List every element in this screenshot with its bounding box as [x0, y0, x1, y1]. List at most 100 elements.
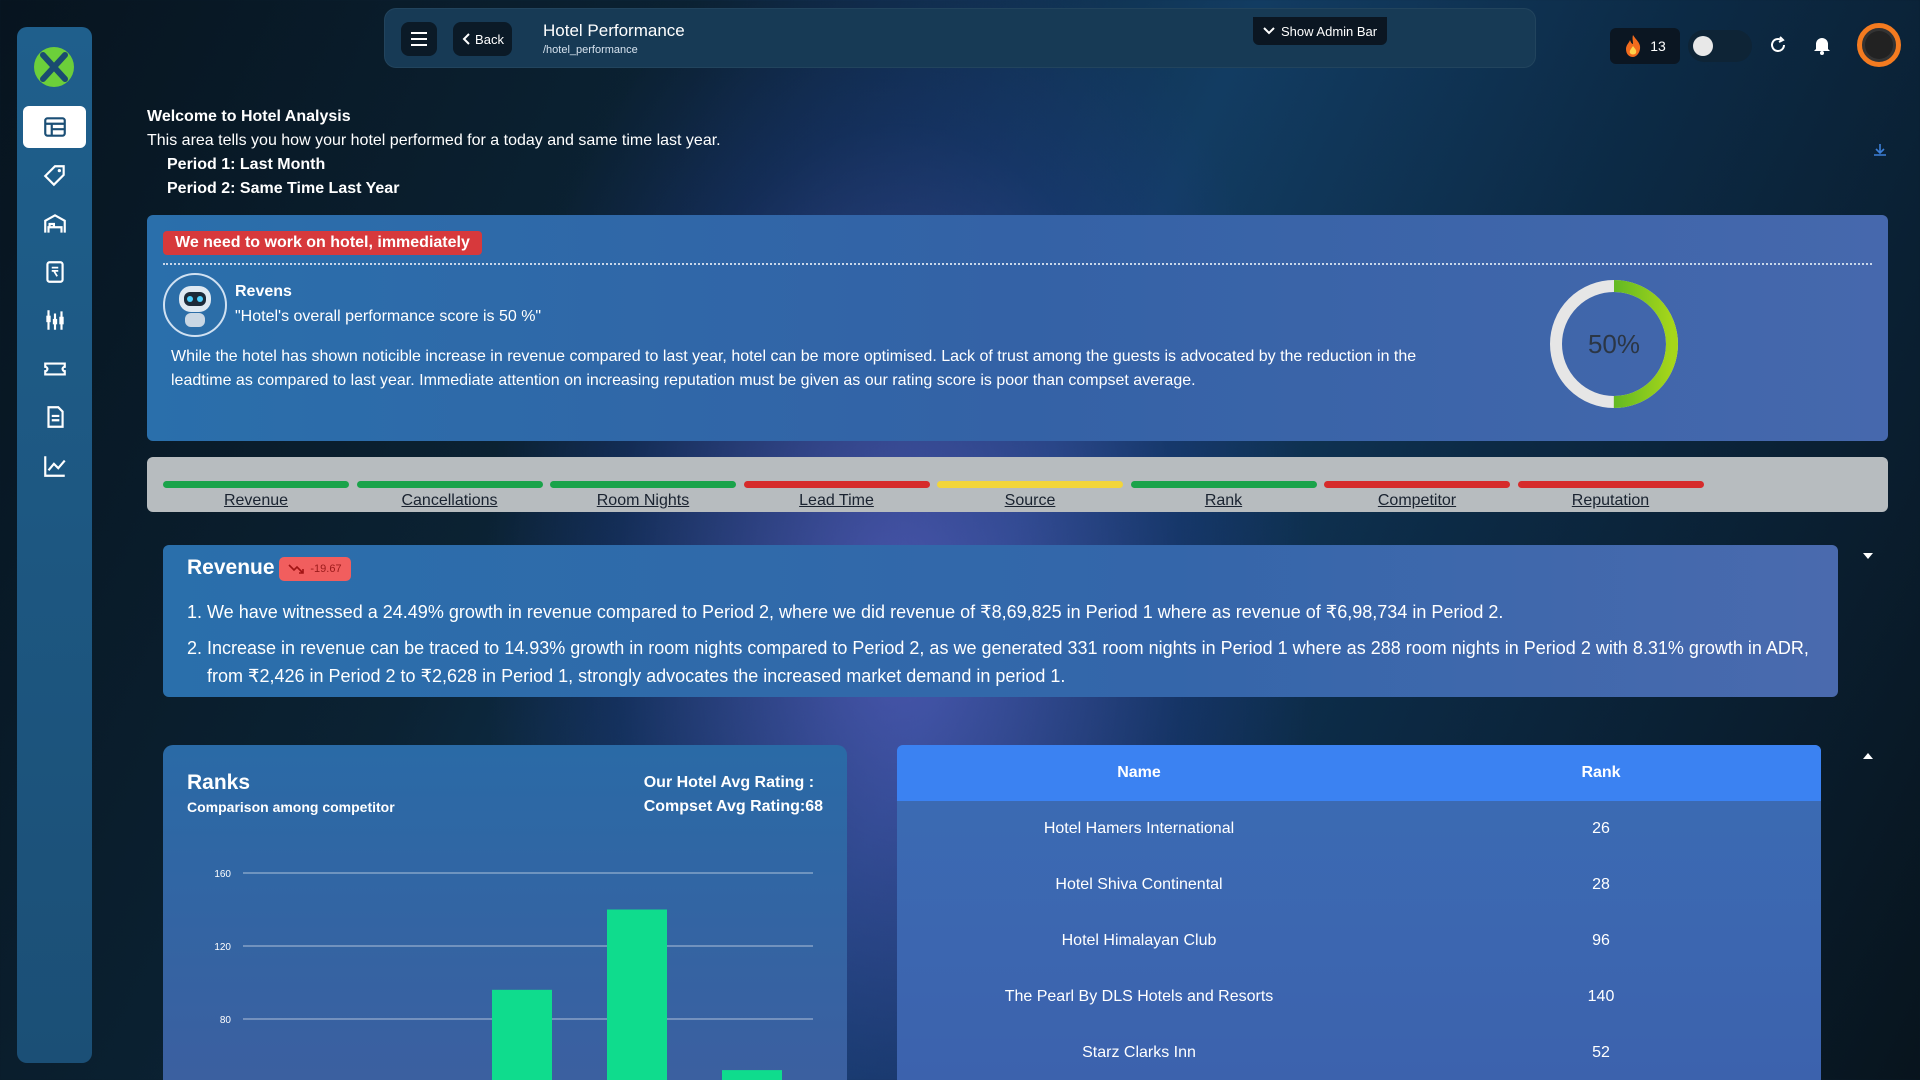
sidebar-item-rooms[interactable] — [23, 203, 86, 245]
tab-source[interactable]: Source — [937, 481, 1123, 510]
ranks-bar-chart: 160 120 80 — [214, 869, 813, 1080]
fire-icon — [1626, 35, 1641, 57]
hotel-name-cell: Starz Clarks Inn — [1082, 1044, 1196, 1061]
ticket-icon — [43, 362, 66, 376]
bell-icon[interactable] — [1813, 35, 1831, 55]
theme-toggle[interactable] — [1688, 30, 1752, 62]
tab-label: Source — [1004, 492, 1056, 509]
period-2: Period 2: Same Time Last Year — [167, 180, 400, 197]
tab-label: Lead Time — [799, 492, 874, 509]
table-row: Hotel Hamers International 26 — [897, 801, 1821, 857]
sidebar-item-tags[interactable] — [23, 155, 86, 197]
rank-cell: 28 — [1592, 876, 1610, 893]
column-header-rank: Rank — [1581, 764, 1621, 781]
download-icon[interactable] — [1872, 142, 1888, 158]
table-body: Hotel Hamers International 26 Hotel Shiva … — [897, 801, 1821, 1080]
top-bar: Back Hotel Performance /hotel_performanc… — [384, 8, 1901, 68]
sidebar-item-pricing[interactable] — [23, 251, 86, 293]
rank-table: Name Rank Hotel Hamers International 26 Ho… — [897, 745, 1821, 1080]
trend-down-icon — [288, 564, 305, 574]
revenue-point: 1. We have witnessed a 24.49% growth in … — [187, 602, 1504, 622]
rank-bar[interactable] — [722, 1070, 782, 1080]
bot-quote: "Hotel's overall performance score is 50… — [235, 308, 542, 325]
divider — [163, 263, 1872, 265]
revenue-change-badge: -19.67 — [279, 557, 351, 581]
tab-rank[interactable]: Rank — [1130, 481, 1317, 510]
ranks-chart-card: Ranks Comparison among competitor Our Ho… — [163, 745, 847, 1080]
tab-label: Competitor — [1377, 492, 1457, 509]
tab-competitor[interactable]: Competitor — [1324, 481, 1510, 510]
chevron-down-icon — [1263, 27, 1275, 35]
rupee-box-icon — [45, 261, 64, 283]
revenue-point: 2. Increase in revenue can be traced to … — [187, 638, 1809, 686]
y-tick-label: 80 — [220, 1015, 232, 1026]
sidebar-item-tickets[interactable] — [23, 348, 86, 390]
period-1: Period 1: Last Month — [167, 156, 326, 173]
toggle-knob — [1693, 36, 1713, 56]
bed-icon — [43, 214, 66, 233]
tab-status-bar — [743, 481, 930, 488]
rank-cell: 52 — [1592, 1044, 1610, 1061]
hamburger-icon — [411, 32, 427, 46]
alert-badge: We need to work on hotel, immediately — [163, 231, 482, 255]
table-row: The Pearl By DLS Hotels and Resorts 140 — [897, 969, 1821, 1025]
tab-reputation[interactable]: Reputation — [1517, 481, 1704, 510]
tab-cancellations[interactable]: Cancellations — [356, 481, 543, 510]
summary-text: While the hotel has shown noticible incr… — [171, 348, 1417, 389]
collapse-caret-down-icon[interactable] — [1862, 552, 1874, 560]
ranks-subtitle: Comparison among competitor — [187, 799, 395, 815]
tab-status-bar — [356, 481, 543, 488]
sidebar-item-trends[interactable] — [23, 445, 86, 487]
refresh-icon[interactable] — [1768, 35, 1788, 55]
chevron-left-icon — [462, 33, 470, 45]
hotel-name-cell: Hotel Hamers International — [1043, 820, 1235, 837]
welcome-section: Welcome to Hotel Analysis This area tell… — [147, 105, 721, 201]
tab-status-bar — [550, 481, 736, 488]
sidebar-item-reports[interactable] — [23, 396, 86, 438]
rank-bar[interactable] — [607, 909, 667, 1080]
admin-bar-label: Show Admin Bar — [1281, 23, 1378, 39]
y-tick-label: 160 — [214, 869, 231, 880]
back-button[interactable]: Back — [453, 22, 512, 56]
rank-cell: 96 — [1592, 932, 1610, 949]
tab-status-bar — [937, 481, 1123, 488]
bot-avatar — [163, 273, 227, 337]
tab-label: Room Nights — [596, 492, 690, 509]
metric-tabs: Revenue Cancellations Room Nights Lead Time… — [147, 457, 1888, 512]
menu-button[interactable] — [401, 22, 437, 56]
collapse-caret-up-icon[interactable] — [1862, 752, 1874, 760]
rank-cell: 140 — [1587, 988, 1615, 1005]
y-tick-label: 120 — [214, 942, 231, 953]
our-hotel-rating: Our Hotel Avg Rating : — [643, 774, 815, 791]
sidebar-item-analytics[interactable] — [23, 299, 86, 341]
robot-icon — [179, 286, 211, 327]
revenue-card: Revenue -19.67 1. We have witnessed a 24… — [163, 545, 1838, 697]
tab-revenue[interactable]: Revenue — [163, 481, 349, 510]
tab-label: Reputation — [1571, 492, 1650, 509]
sidebar — [17, 27, 92, 1063]
tab-lead-time[interactable]: Lead Time — [743, 481, 930, 510]
app-logo-icon[interactable] — [32, 45, 76, 89]
performance-summary-card: We need to work on hotel, immediately Re… — [147, 215, 1888, 441]
sidebar-item-dashboard[interactable] — [23, 106, 86, 148]
rank-bar[interactable] — [492, 989, 552, 1080]
table-header: Name Rank — [897, 745, 1821, 801]
line-chart-icon — [43, 456, 66, 477]
revenue-points: 1. We have witnessed a 24.49% growth in … — [187, 598, 1827, 698]
ratings: Our Hotel Avg Rating : Compset Avg Ratin… — [644, 771, 823, 819]
show-admin-bar-button[interactable]: Show Admin Bar — [1253, 17, 1388, 45]
table-row: Hotel Himalayan Club 96 — [897, 913, 1821, 969]
tag-icon — [43, 165, 65, 187]
welcome-description: This area tells you how your hotel perfo… — [147, 132, 721, 149]
document-icon — [46, 406, 64, 428]
rank-cell: 26 — [1592, 820, 1610, 837]
tab-room-nights[interactable]: Room Nights — [550, 481, 736, 510]
revenue-title: Revenue — [187, 556, 275, 579]
tab-status-bar — [163, 481, 349, 488]
streak-badge[interactable]: 13 — [1610, 28, 1680, 64]
hotel-name-cell: The Pearl By DLS Hotels and Resorts — [1004, 988, 1274, 1005]
bot-name: Revens — [235, 283, 292, 300]
table-row: Starz Clarks Inn 52 — [897, 1025, 1821, 1080]
user-avatar[interactable] — [1857, 23, 1901, 67]
dashboard-icon — [43, 117, 66, 137]
